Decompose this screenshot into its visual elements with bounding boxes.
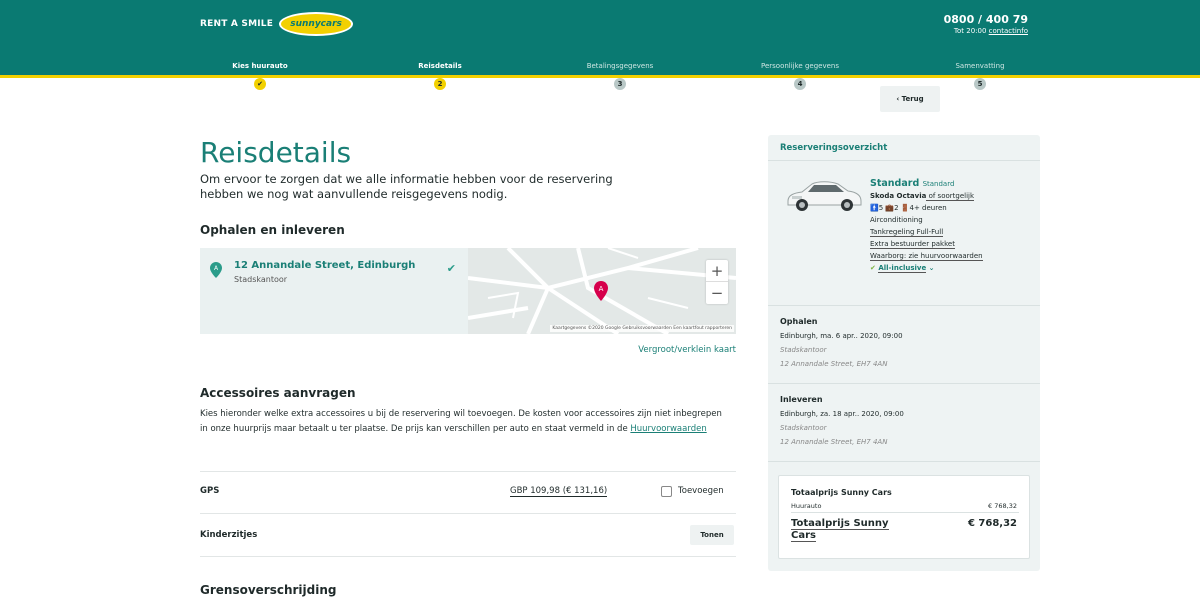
step-number: 2: [434, 78, 446, 90]
feature-extra-driver[interactable]: Extra bestuurder pakket: [870, 240, 955, 249]
car-info: Standard Standard Skoda Octavia of soort…: [870, 178, 1035, 274]
accessories-heading: Accessoires aanvragen: [200, 386, 356, 400]
phone-hours: Tot 20:00 contactinfo: [944, 27, 1028, 35]
zoom-in-button[interactable]: +: [706, 260, 728, 282]
brand-text: RENT A SMILE: [200, 19, 274, 29]
car-specs: 🚹5 💼2 🚪4+ deuren: [870, 204, 947, 212]
total-price-card: Totaalprijs Sunny Cars Huurauto € 768,32…: [778, 475, 1030, 559]
location-pin-icon: A: [210, 262, 222, 278]
step-check-icon: ✔: [254, 78, 266, 90]
return-section: Inleveren Edinburgh, za. 18 apr.. 2020, …: [780, 393, 1030, 449]
step-betalingsgegevens: Betalingsgegevens 3: [530, 62, 710, 90]
pickup-office: Stadskantoor: [780, 346, 827, 354]
gps-add-label[interactable]: Toevoegen: [678, 486, 724, 496]
chevron-down-icon: ⌄: [928, 264, 935, 272]
divider: [768, 383, 1040, 384]
rental-label: Huurauto: [791, 502, 822, 510]
border-crossing-heading: Grensoverschrijding: [200, 583, 337, 597]
feature-fuel[interactable]: Tankregeling Full-Full: [870, 228, 944, 237]
zoom-out-button[interactable]: −: [706, 282, 728, 304]
step-label: Reisdetails: [418, 62, 462, 70]
pickup-address: 12 Annandale Street, EH7 4AN: [780, 360, 888, 368]
step-label: Persoonlijke gegevens: [760, 62, 839, 70]
feature-deposit[interactable]: Waarborg: zie huurvoorwaarden: [870, 252, 983, 261]
gps-label: GPS: [200, 486, 220, 496]
gps-add-checkbox[interactable]: [661, 486, 672, 497]
divider: [200, 513, 736, 514]
divider: [200, 471, 736, 472]
car-model-suffix[interactable]: of soortgelijk: [926, 192, 975, 201]
car-image: [787, 181, 862, 211]
step-label: Kies huurauto: [232, 62, 288, 70]
all-inclusive-toggle[interactable]: ✔ All-inclusive ⌄: [870, 262, 1035, 274]
total-label: Totaalprijs Sunny Cars: [791, 518, 901, 542]
total-label-text[interactable]: Totaalprijs Sunny Cars: [791, 518, 889, 542]
return-address: 12 Annandale Street, EH7 4AN: [780, 438, 888, 446]
intro-text: Om ervoor te zorgen dat we alle informat…: [200, 172, 613, 201]
location-sub: Stadskantoor: [234, 275, 288, 284]
show-child-seats-button[interactable]: Tonen: [690, 525, 734, 545]
divider: [768, 305, 1040, 306]
contactinfo-link[interactable]: contactinfo: [989, 27, 1028, 35]
return-office: Stadskantoor: [780, 424, 827, 432]
step-persoonlijke-gegevens: Persoonlijke gegevens 4: [710, 62, 890, 90]
svg-text:A: A: [599, 285, 604, 293]
pickup-date: Edinburgh, ma. 6 apr.. 2020, 09:00: [780, 332, 903, 340]
car-model-line: Skoda Octavia of soortgelijk: [870, 190, 1035, 202]
summary-title: Reserveringsoverzicht: [780, 143, 888, 153]
step-label: Samenvatting: [955, 62, 1005, 70]
feature-aircon: Airconditioning: [870, 216, 923, 224]
step-number: 4: [794, 78, 806, 90]
pickup-heading: Ophalen en inleveren: [200, 223, 345, 237]
sunnycars-logo: sunnycars: [279, 12, 354, 36]
step-number: 3: [614, 78, 626, 90]
car-category-name: Standard: [870, 178, 920, 189]
gps-price: GBP 109,98 (€ 131,16): [510, 486, 608, 497]
map[interactable]: A + − Kaartgegevens ©2020 Google Gebruik…: [468, 248, 736, 334]
phone-hours-text: Tot 20:00: [953, 27, 989, 35]
car-category-small: Standard: [922, 180, 955, 188]
pickup-heading: Ophalen: [780, 317, 818, 326]
reservation-summary: Reserveringsoverzicht Standard Standard …: [768, 135, 1040, 571]
phone-number[interactable]: 0800 / 400 79: [944, 13, 1028, 26]
total-value: € 768,32: [967, 518, 1017, 529]
car-model: Skoda Octavia: [870, 192, 927, 200]
return-date: Edinburgh, za. 18 apr.. 2020, 09:00: [780, 410, 904, 418]
step-reisdetails: Reisdetails 2: [350, 62, 530, 90]
divider: [768, 160, 1040, 161]
divider: [200, 556, 736, 557]
location-name: 12 Annandale Street, Edinburgh: [234, 260, 416, 271]
huurvoorwaarden-link[interactable]: Huurvoorwaarden: [630, 424, 706, 434]
resize-map-link[interactable]: Vergroot/verklein kaart: [600, 345, 736, 355]
car-category: Standard Standard: [870, 178, 1035, 190]
check-icon: ✔: [870, 264, 876, 272]
back-button[interactable]: ‹ Terug: [880, 86, 940, 112]
map-credit: Kaartgegevens ©2020 Google Gebruiksvoorw…: [550, 325, 734, 332]
step-kies-huurauto[interactable]: Kies huurauto ✔: [170, 62, 350, 90]
map-marker-icon[interactable]: A: [594, 281, 608, 301]
step-label: Betalingsgegevens: [586, 62, 654, 70]
return-heading: Inleveren: [780, 395, 823, 404]
check-icon: ✔: [446, 262, 456, 275]
page-title: Reisdetails: [200, 136, 352, 169]
map-zoom-controls: + −: [706, 260, 728, 304]
accessories-text: Kies hieronder welke extra accessoires u…: [200, 407, 730, 437]
phone-info: 0800 / 400 79 Tot 20:00 contactinfo: [944, 13, 1028, 35]
brand[interactable]: RENT A SMILE sunnycars: [200, 12, 354, 36]
location-card[interactable]: A 12 Annandale Street, Edinburgh Stadska…: [200, 248, 468, 334]
step-number: 5: [974, 78, 986, 90]
rental-value: € 768,32: [988, 502, 1017, 510]
pickup-section: Ophalen Edinburgh, ma. 6 apr.. 2020, 09:…: [780, 315, 1030, 371]
child-seats-label: Kinderzitjes: [200, 530, 258, 540]
total-title: Totaalprijs Sunny Cars: [791, 488, 892, 497]
divider: [768, 461, 1040, 462]
all-inclusive-label: All-inclusive: [878, 264, 927, 273]
divider: [791, 512, 1019, 513]
